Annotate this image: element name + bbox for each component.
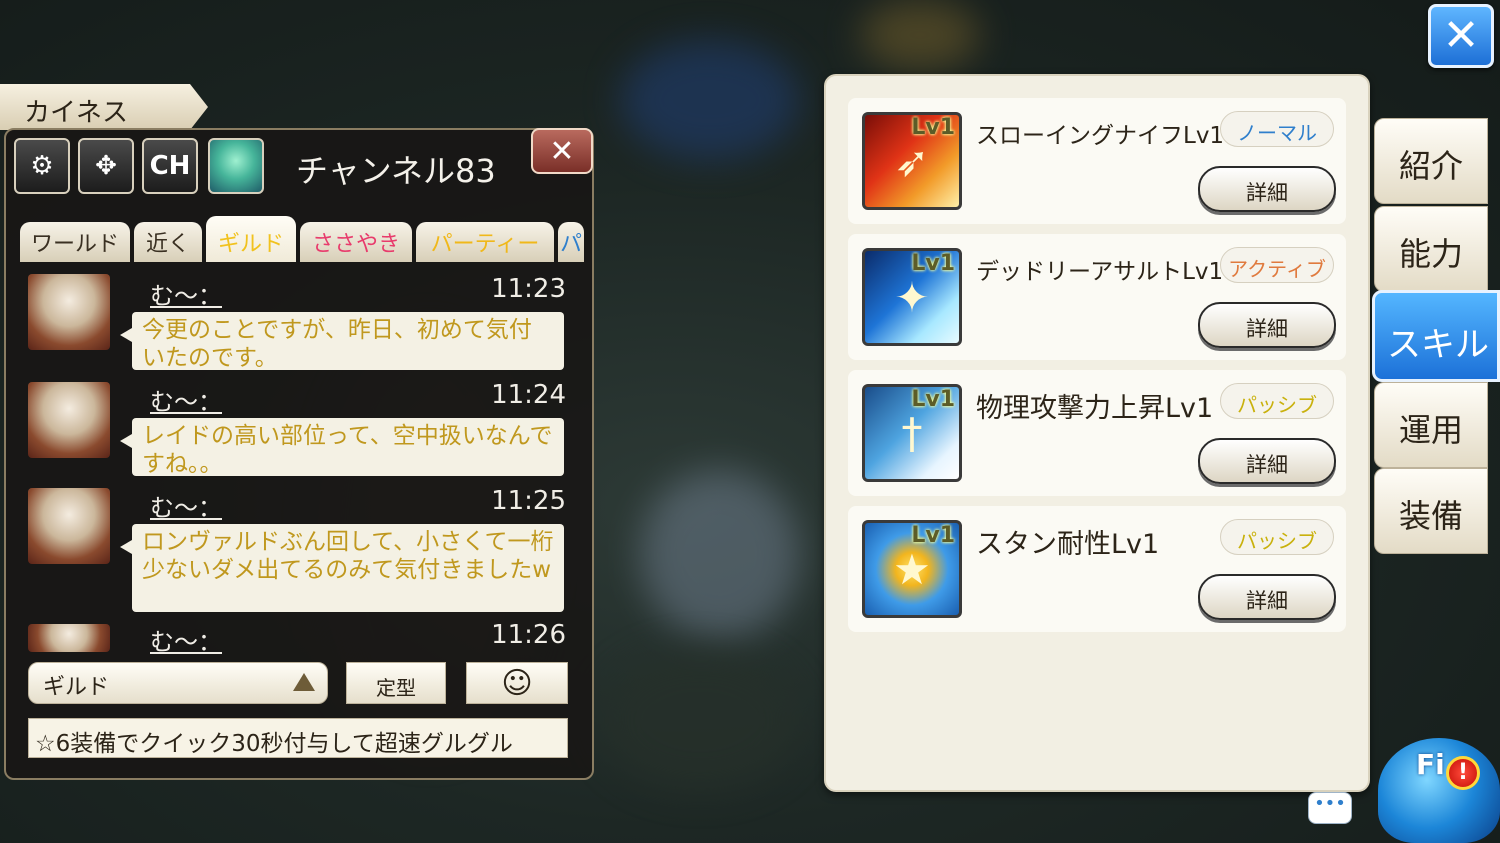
background-blur bbox=[620, 40, 800, 160]
message-bubble: 今更のことですが、昨日、初めて気付いたのです。 bbox=[120, 312, 564, 371]
tab-whisper[interactable]: ささやき bbox=[300, 222, 412, 262]
message-sender[interactable]: む～： bbox=[150, 276, 222, 311]
message-bubble: レイドの高い部位って、空中扱いなんですね。。 bbox=[120, 418, 564, 477]
move-button[interactable]: ✥ bbox=[78, 138, 134, 194]
deadly-assault-icon[interactable]: ✦ Lv1 bbox=[862, 248, 962, 346]
detail-button[interactable]: 詳細 bbox=[1198, 438, 1336, 484]
channel-select[interactable]: ギルド bbox=[28, 662, 328, 704]
message-time: 11:24 bbox=[491, 380, 566, 410]
detail-button[interactable]: 詳細 bbox=[1198, 166, 1336, 212]
slash-glyph: ✦ bbox=[894, 273, 930, 322]
tab-label: パ bbox=[559, 232, 582, 257]
level-badge: Lv1 bbox=[911, 115, 955, 140]
message-time: 11:25 bbox=[491, 486, 566, 516]
channel-button[interactable]: CH bbox=[142, 138, 198, 194]
smiley-icon: ☺ bbox=[501, 665, 533, 701]
sword-buff-icon[interactable]: † Lv1 bbox=[862, 384, 962, 482]
tab-label: ワールド bbox=[30, 232, 119, 257]
move-arrows-icon: ✥ bbox=[95, 151, 117, 181]
tab-intro[interactable]: 紹介 bbox=[1374, 118, 1488, 204]
skill-name: 物理攻撃力上昇Lv1 bbox=[976, 393, 1214, 424]
background-blur bbox=[600, 650, 800, 790]
tab-ability[interactable]: 能力 bbox=[1374, 206, 1488, 292]
message-bubble: ロンヴァルドぶん回して、小さくて一桁少ないダメ出てるのみて気付きましたw bbox=[120, 524, 564, 612]
message-sender[interactable]: む～： bbox=[150, 622, 222, 657]
skill-type-badge: パッシブ bbox=[1220, 383, 1334, 419]
player-name: カイネス bbox=[24, 98, 129, 128]
tab-label: ささやき bbox=[311, 232, 400, 257]
tab-equipment[interactable]: 装備 bbox=[1374, 468, 1488, 554]
message-time: 11:23 bbox=[491, 274, 566, 304]
detail-button[interactable]: 詳細 bbox=[1198, 302, 1336, 348]
message-avatar[interactable] bbox=[28, 382, 110, 458]
player-name-tab[interactable]: カイネス bbox=[0, 84, 208, 130]
level-badge: Lv1 bbox=[911, 387, 955, 412]
skill-name: スタン耐性Lv1 bbox=[976, 529, 1160, 560]
level-badge: Lv1 bbox=[911, 251, 955, 276]
background-blur bbox=[860, 0, 980, 70]
skill-type-badge: パッシブ bbox=[1220, 519, 1334, 555]
message-time: 11:26 bbox=[491, 620, 566, 650]
knife-glyph: ➶ bbox=[894, 137, 930, 186]
tab-label: パーティー bbox=[430, 232, 540, 257]
speech-bubble-icon[interactable]: ••• bbox=[1308, 792, 1352, 824]
tab-label: 近く bbox=[145, 232, 190, 257]
skill-type-badge: アクティブ bbox=[1220, 247, 1334, 283]
background-blur bbox=[640, 470, 800, 640]
close-button[interactable]: ✕ bbox=[1428, 4, 1494, 68]
channel-select-value: ギルド bbox=[43, 675, 110, 700]
message-avatar[interactable] bbox=[28, 274, 110, 350]
tab-more[interactable]: パ bbox=[558, 222, 584, 262]
stun-stars-icon[interactable]: ★ Lv1 bbox=[862, 520, 962, 618]
avatar[interactable] bbox=[208, 138, 264, 194]
tab-party[interactable]: パーティー bbox=[416, 222, 554, 262]
chat-input[interactable]: ☆6装備でクイック30秒付与して超速グルグル bbox=[28, 718, 568, 758]
tab-usage[interactable]: 運用 bbox=[1374, 382, 1488, 468]
star-glyph: ★ bbox=[893, 545, 931, 594]
caret-up-icon bbox=[293, 673, 315, 691]
message-avatar[interactable] bbox=[28, 624, 110, 652]
detail-button[interactable]: 詳細 bbox=[1198, 574, 1336, 620]
tab-guild[interactable]: ギルド bbox=[206, 216, 296, 262]
chat-close-button[interactable]: ✕ bbox=[531, 128, 593, 174]
channel-title: チャンネル83 bbox=[296, 152, 496, 190]
alert-badge: ! bbox=[1446, 756, 1480, 790]
message-sender[interactable]: む～： bbox=[150, 488, 222, 523]
close-icon: ✕ bbox=[1442, 10, 1480, 61]
tab-nearby[interactable]: 近く bbox=[134, 222, 202, 262]
sword-glyph: † bbox=[901, 409, 923, 458]
emoji-button[interactable]: ☺ bbox=[466, 662, 568, 704]
throwing-knife-icon[interactable]: ➶ Lv1 bbox=[862, 112, 962, 210]
gear-icon: ⚙ bbox=[30, 151, 54, 181]
settings-button[interactable]: ⚙ bbox=[14, 138, 70, 194]
tab-label: ギルド bbox=[217, 232, 284, 257]
close-icon: ✕ bbox=[549, 133, 575, 169]
message-avatar[interactable] bbox=[28, 488, 110, 564]
template-button[interactable]: 定型 bbox=[346, 662, 446, 704]
skill-name: スローイングナイフLv1 bbox=[976, 123, 1225, 149]
mascot-label: Fi bbox=[1416, 748, 1445, 781]
skill-name: デッドリーアサルトLv1 bbox=[976, 259, 1224, 285]
message-sender[interactable]: む～： bbox=[150, 382, 222, 417]
channel-button-label: CH bbox=[149, 151, 191, 181]
tab-skill[interactable]: スキル bbox=[1372, 290, 1500, 382]
skill-type-badge: ノーマル bbox=[1220, 111, 1334, 147]
tab-world[interactable]: ワールド bbox=[20, 222, 130, 262]
level-badge: Lv1 bbox=[911, 523, 955, 548]
